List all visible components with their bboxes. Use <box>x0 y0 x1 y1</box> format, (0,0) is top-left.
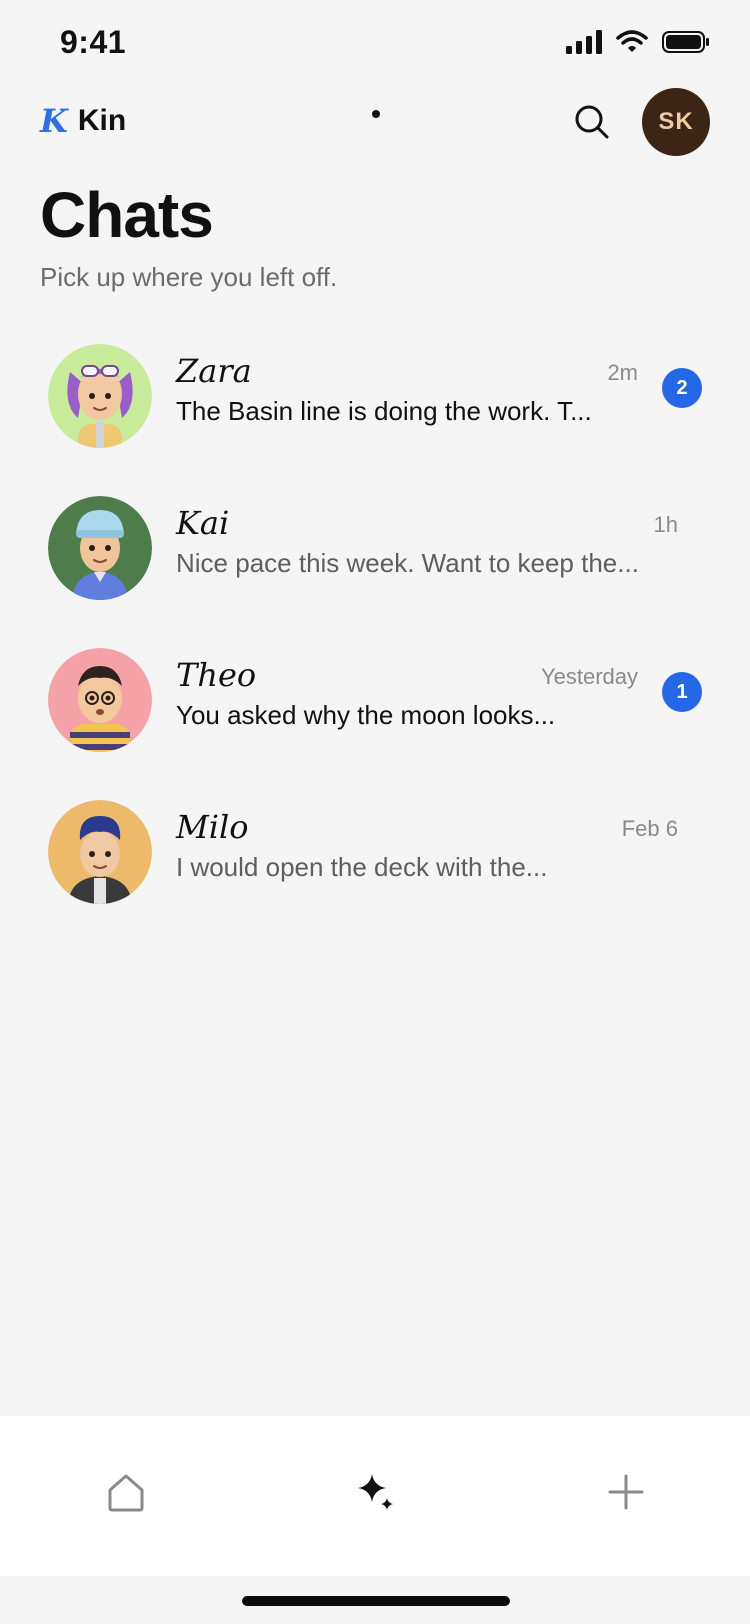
unread-badge: 2 <box>662 368 702 408</box>
chat-time: Yesterday <box>540 664 638 689</box>
brand-name: Kin <box>77 104 127 137</box>
chat-preview: I would open the deck with the... <box>176 852 548 882</box>
status-bar: 9:41 <box>0 0 750 90</box>
chat-preview: The Basin line is doing the work. T... <box>176 396 592 426</box>
status-icons <box>566 30 710 54</box>
tab-bar <box>0 1416 750 1576</box>
plus-icon <box>608 1474 644 1510</box>
brand-logo-icon: K <box>40 102 68 140</box>
app-header: K Kin SK <box>0 84 750 160</box>
sparkle-icon <box>358 1474 393 1510</box>
chat-name: Zara <box>176 352 252 390</box>
avatar-kai <box>48 496 152 600</box>
chat-preview: You asked why the moon looks... <box>176 700 556 730</box>
search-icon <box>575 105 609 139</box>
chat-row-theo[interactable]: Theo Yesterday You asked why the moon lo… <box>0 634 750 786</box>
active-tab-indicator <box>372 110 380 118</box>
chat-name: Kai <box>176 504 230 542</box>
home-indicator[interactable] <box>242 1596 510 1606</box>
chat-time: 2m <box>607 360 638 385</box>
brand: K Kin <box>40 102 126 140</box>
chat-time: 1h <box>653 512 678 537</box>
page-title: Chats <box>40 179 214 251</box>
profile-avatar-button[interactable]: SK <box>642 88 710 156</box>
avatar-theo <box>48 648 152 752</box>
chat-row-kai[interactable]: Kai 1h Nice pace this week. Want to keep… <box>0 482 750 634</box>
battery-icon <box>662 31 709 53</box>
tab-home[interactable] <box>96 1462 156 1522</box>
home-icon <box>108 1474 144 1512</box>
page-subtitle: Pick up where you left off. <box>40 262 338 292</box>
status-time: 9:41 <box>60 24 127 60</box>
chat-list: Zara 2m The Basin line is doing the work… <box>0 330 750 938</box>
unread-badge: 1 <box>662 672 702 712</box>
wifi-icon <box>616 30 648 52</box>
avatar-milo <box>48 800 152 904</box>
chat-time: Feb 6 <box>621 816 678 841</box>
tab-new[interactable] <box>596 1462 656 1522</box>
avatar-zara <box>48 344 152 448</box>
chat-row-milo[interactable]: Milo Feb 6 I would open the deck with th… <box>0 786 750 938</box>
chat-name: Theo <box>176 656 257 694</box>
chat-row-zara[interactable]: Zara 2m The Basin line is doing the work… <box>0 330 750 482</box>
chat-preview: Nice pace this week. Want to keep the... <box>176 548 639 578</box>
search-button[interactable] <box>570 100 614 144</box>
tab-chats[interactable] <box>346 1462 406 1522</box>
cellular-signal-icon <box>566 30 602 54</box>
chat-name: Milo <box>176 808 249 846</box>
